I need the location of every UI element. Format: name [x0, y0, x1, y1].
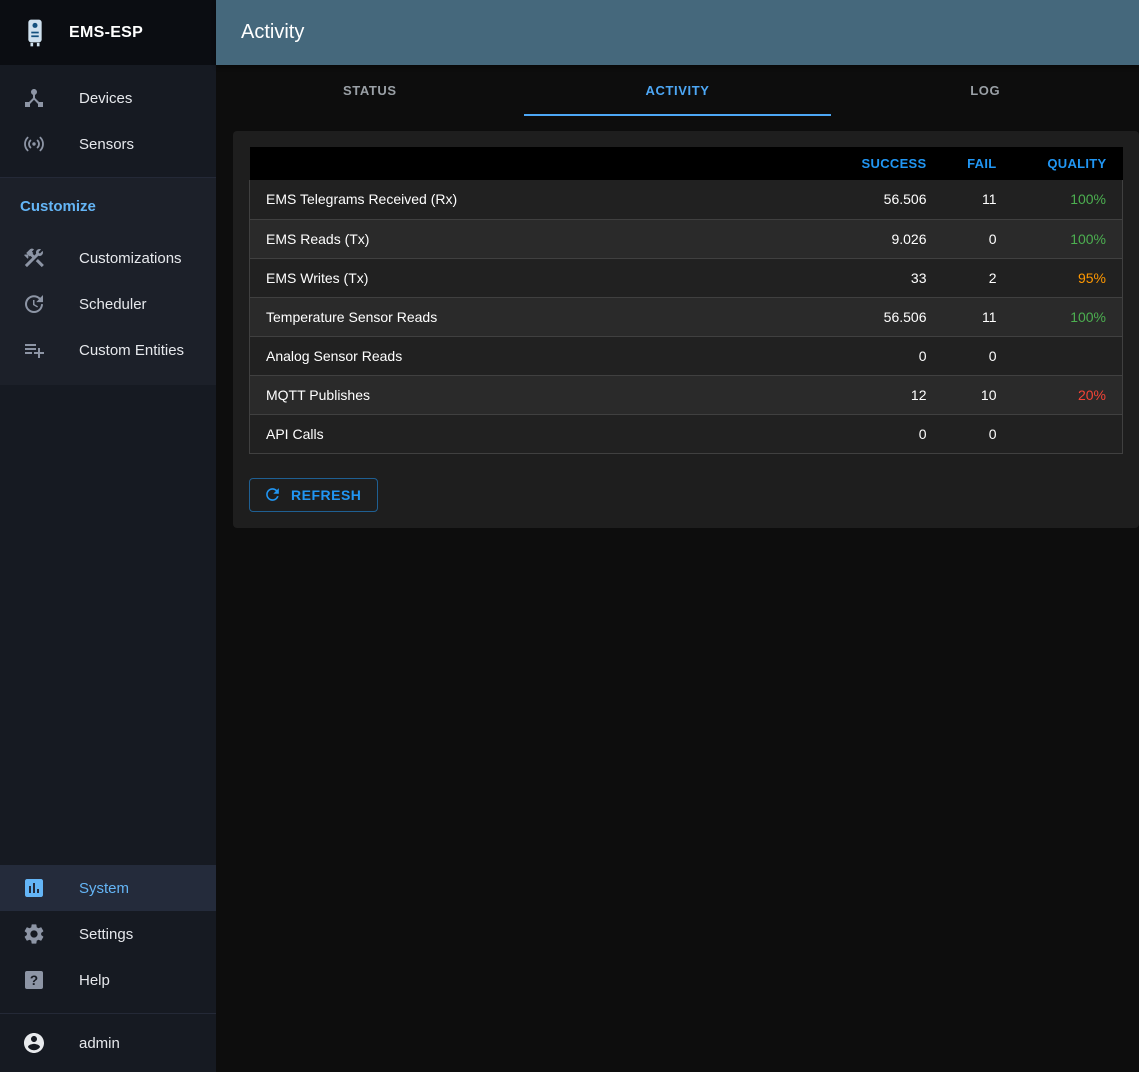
main-area: Activity STATUS ACTIVITY LOG — [216, 0, 1139, 1072]
playlist-add-icon — [22, 338, 46, 362]
cell-quality: 100% — [1013, 180, 1123, 219]
cell-quality: 20% — [1013, 375, 1123, 414]
cell-fail: 11 — [943, 297, 1013, 336]
sidebar-item-custom-entities[interactable]: Custom Entities — [0, 327, 216, 373]
sidebar-item-settings[interactable]: Settings — [0, 911, 216, 957]
activity-card: SUCCESS FAIL QUALITY EMS Telegrams Recei… — [233, 131, 1139, 528]
sidebar-main-menu: Devices Sensors — [0, 65, 216, 177]
cell-success: 0 — [813, 336, 943, 375]
sidebar: EMS-ESP Devices Sensors Customize — [0, 0, 216, 1072]
app-root: EMS-ESP Devices Sensors Customize — [0, 0, 1139, 1072]
activity-table: SUCCESS FAIL QUALITY EMS Telegrams Recei… — [249, 147, 1123, 454]
cell-success: 56.506 — [813, 180, 943, 219]
cell-fail: 0 — [943, 336, 1013, 375]
cell-success: 9.026 — [813, 219, 943, 258]
app-logo-bar: EMS-ESP — [0, 0, 216, 65]
cell-name: EMS Writes (Tx) — [250, 258, 813, 297]
column-header-fail: FAIL — [943, 147, 1013, 180]
cell-quality: 95% — [1013, 258, 1123, 297]
help-icon: ? — [22, 968, 46, 992]
table-row-ems-telegrams-received-rx: EMS Telegrams Received (Rx) 56.506 11 10… — [250, 180, 1123, 219]
cell-name: Temperature Sensor Reads — [250, 297, 813, 336]
cell-quality — [1013, 414, 1123, 453]
sidebar-customize-menu: Customizations Scheduler Custom Entities — [0, 235, 216, 373]
sidebar-item-customizations[interactable]: Customizations — [0, 235, 216, 281]
sidebar-item-label: System — [79, 880, 129, 897]
app-title: EMS-ESP — [69, 24, 143, 42]
assessment-icon — [22, 876, 46, 900]
sidebar-item-label: Scheduler — [79, 296, 147, 313]
svg-text:?: ? — [30, 973, 38, 988]
tab-label: ACTIVITY — [645, 83, 709, 98]
column-header-name — [250, 147, 813, 180]
tab-label: STATUS — [343, 83, 397, 98]
app-bar: Activity — [216, 0, 1139, 65]
activity-table-body: EMS Telegrams Received (Rx) 56.506 11 10… — [250, 180, 1123, 453]
sidebar-item-scheduler[interactable]: Scheduler — [0, 281, 216, 327]
user-menu-admin[interactable]: admin — [0, 1020, 216, 1066]
page-title: Activity — [241, 21, 304, 44]
sidebar-item-label: Custom Entities — [79, 342, 184, 359]
cell-success: 0 — [813, 414, 943, 453]
cell-fail: 11 — [943, 180, 1013, 219]
sidebar-spacer — [0, 385, 216, 865]
update-clock-icon — [22, 292, 46, 316]
sensors-icon — [22, 132, 46, 156]
column-header-success: SUCCESS — [813, 147, 943, 180]
cell-fail: 10 — [943, 375, 1013, 414]
tab-activity[interactable]: ACTIVITY — [524, 65, 832, 116]
cell-name: MQTT Publishes — [250, 375, 813, 414]
tab-status[interactable]: STATUS — [216, 65, 524, 116]
column-header-quality: QUALITY — [1013, 147, 1123, 180]
sidebar-bottom-menu: System Settings ? Help — [0, 865, 216, 1013]
tab-bar: STATUS ACTIVITY LOG — [216, 65, 1139, 116]
refresh-icon — [263, 485, 282, 504]
cell-fail: 0 — [943, 414, 1013, 453]
sidebar-item-label: Settings — [79, 926, 133, 943]
sidebar-item-label: Help — [79, 972, 110, 989]
device-hub-icon — [22, 86, 46, 110]
sidebar-item-help[interactable]: ? Help — [0, 957, 216, 1003]
customize-section: Customize Customizations Scheduler — [0, 177, 216, 385]
cell-name: EMS Telegrams Received (Rx) — [250, 180, 813, 219]
table-row-api-calls: API Calls 0 0 — [250, 414, 1123, 453]
table-header-row: SUCCESS FAIL QUALITY — [250, 147, 1123, 180]
sidebar-item-label: Devices — [79, 90, 132, 107]
cell-name: Analog Sensor Reads — [250, 336, 813, 375]
cell-quality: 100% — [1013, 219, 1123, 258]
cell-fail: 2 — [943, 258, 1013, 297]
table-row-analog-sensor-reads: Analog Sensor Reads 0 0 — [250, 336, 1123, 375]
cell-quality — [1013, 336, 1123, 375]
settings-gear-icon — [22, 922, 46, 946]
refresh-button-label: REFRESH — [291, 485, 361, 505]
table-row-temperature-sensor-reads: Temperature Sensor Reads 56.506 11 100% — [250, 297, 1123, 336]
customize-section-title: Customize — [0, 198, 216, 235]
cell-success: 33 — [813, 258, 943, 297]
cell-name: API Calls — [250, 414, 813, 453]
user-section: admin — [0, 1013, 216, 1072]
sidebar-item-system[interactable]: System — [0, 865, 216, 911]
cell-success: 56.506 — [813, 297, 943, 336]
cell-quality: 100% — [1013, 297, 1123, 336]
user-name: admin — [79, 1035, 120, 1052]
account-circle-icon — [22, 1031, 46, 1055]
refresh-button[interactable]: REFRESH — [249, 478, 378, 512]
cell-fail: 0 — [943, 219, 1013, 258]
tab-label: LOG — [970, 83, 1000, 98]
table-row-ems-reads-tx: EMS Reads (Tx) 9.026 0 100% — [250, 219, 1123, 258]
construction-icon — [22, 246, 46, 270]
cell-success: 12 — [813, 375, 943, 414]
sidebar-item-label: Sensors — [79, 136, 134, 153]
sidebar-item-label: Customizations — [79, 250, 182, 267]
tab-log[interactable]: LOG — [831, 65, 1139, 116]
cell-name: EMS Reads (Tx) — [250, 219, 813, 258]
table-row-mqtt-publishes: MQTT Publishes 12 10 20% — [250, 375, 1123, 414]
ems-esp-logo-icon — [15, 13, 55, 53]
sidebar-item-devices[interactable]: Devices — [0, 75, 216, 121]
table-row-ems-writes-tx: EMS Writes (Tx) 33 2 95% — [250, 258, 1123, 297]
sidebar-item-sensors[interactable]: Sensors — [0, 121, 216, 167]
